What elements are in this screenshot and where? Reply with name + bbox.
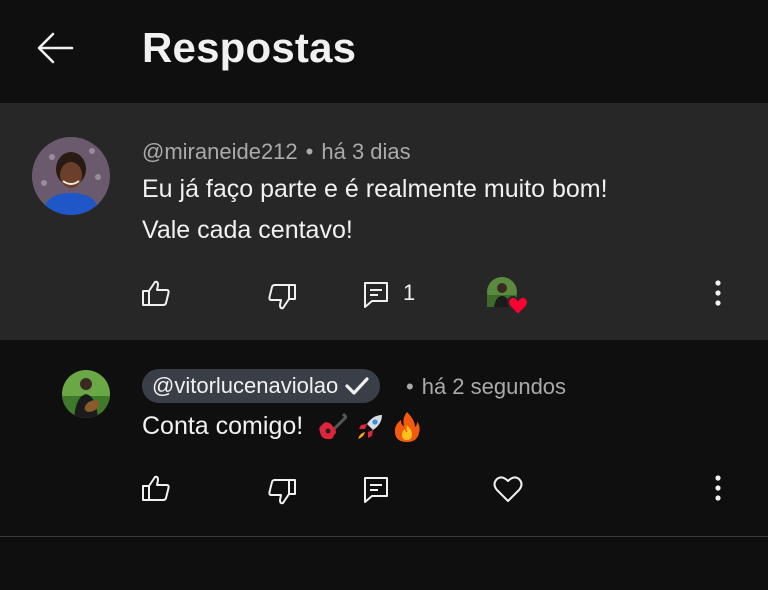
dislike-button[interactable] [264,474,300,510]
heart-button[interactable] [490,471,526,507]
thumb-down-icon [268,479,296,505]
back-button[interactable] [34,28,76,68]
avatar[interactable] [32,137,110,215]
creator-heart [486,275,532,317]
comment-text: Eu já faço parte e é realmente muito bom… [142,169,608,251]
avatar[interactable] [62,370,110,418]
app-header: Respostas [0,0,768,103]
fire-emoji [395,411,420,442]
reply-button[interactable] [358,472,394,508]
comment-text-line: Eu já faço parte e é realmente muito bom… [142,175,608,203]
comment-handle[interactable]: @miraneide212 [142,139,298,165]
reply-button[interactable] [358,277,394,313]
like-button[interactable] [138,470,174,506]
comment-meta: @miraneide212 • há 3 dias [142,139,411,165]
more-options-button[interactable] [704,470,732,506]
reply-meta: • há 2 segundos [398,374,566,400]
thumb-down-icon [268,284,296,310]
heart-outline-icon [493,476,523,502]
reply-text: Conta comigo! [142,412,304,440]
meta-separator: • [305,139,314,164]
reply-icon [364,282,388,308]
like-button[interactable] [138,275,174,311]
highlighted-comment: @miraneide212 • há 3 dias Eu já faço par… [0,103,768,340]
dislike-button[interactable] [264,279,300,315]
reply-handle: @vitorlucenaviolao [152,373,339,398]
thumb-up-icon [142,475,170,501]
reply-count: 1 [403,280,416,305]
comment-text-line: Vale cada centavo! [142,216,353,244]
guitar-emoji [319,412,348,439]
reply-time[interactable]: há 2 segundos [422,374,566,400]
reply-icon [364,477,388,503]
page-title: Respostas [142,24,357,71]
more-vert-icon [715,475,721,501]
more-vert-icon [715,280,721,306]
creator-heart-icon [487,277,529,317]
rocket-emoji [358,414,383,439]
arrow-left-icon [37,32,74,64]
comment-time[interactable]: há 3 dias [321,139,410,165]
meta-separator: • [406,374,414,399]
divider [0,536,768,537]
verified-check-icon [345,377,369,395]
thumb-up-icon [142,280,170,306]
reply-text-row: Conta comigo! [142,406,421,447]
reply-comment: @vitorlucenaviolao • há 2 segundos Conta… [0,340,768,536]
channel-handle-badge[interactable]: @vitorlucenaviolao [142,369,381,403]
more-options-button[interactable] [704,275,732,311]
